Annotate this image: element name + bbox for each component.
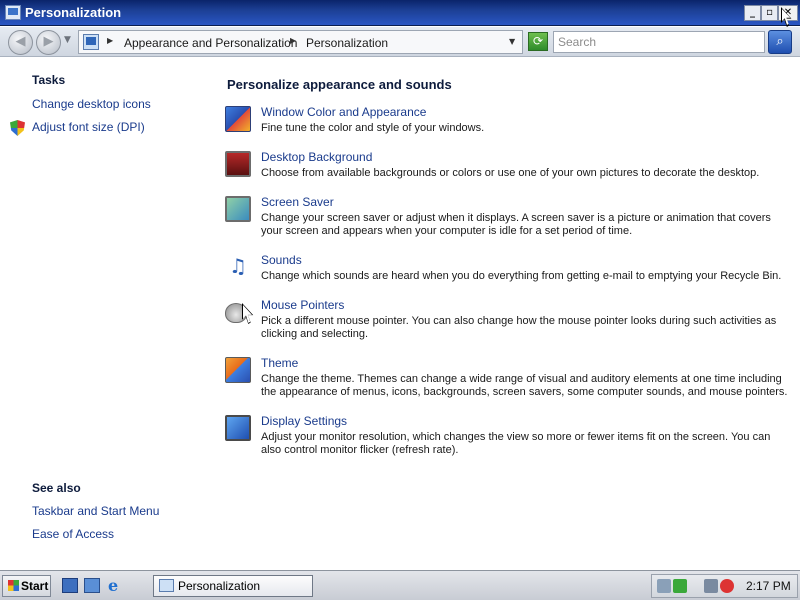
recent-pages-icon[interactable]: ▼ [64, 35, 71, 45]
clock[interactable]: 2:17 PM [746, 579, 791, 593]
internet-explorer-icon[interactable]: e [108, 578, 124, 594]
volume-muted-icon[interactable] [720, 579, 734, 593]
mouse-pointers-link[interactable]: Mouse Pointers [261, 298, 344, 312]
display-settings-link[interactable]: Display Settings [261, 414, 347, 428]
screen-saver-icon[interactable] [225, 196, 251, 222]
uac-shield-icon [10, 120, 25, 136]
see-also-heading: See also [32, 481, 81, 495]
tasks-heading: Tasks [32, 73, 66, 87]
theme-description: Change the theme. Themes can change a wi… [261, 373, 788, 398]
taskbar-item-personalization[interactable]: Personalization [153, 575, 313, 597]
show-desktop-icon[interactable] [62, 578, 78, 593]
window-color-link[interactable]: Window Color and Appearance [261, 105, 426, 119]
desktop-background-icon[interactable] [225, 151, 251, 177]
task-pane: Tasks Change desktop icons Adjust font s… [0, 58, 205, 570]
breadcrumb[interactable]: ▶ Appearance and Personalization ▶ Perso… [78, 30, 523, 54]
breadcrumb-separator-icon[interactable]: ▶ [107, 36, 113, 45]
windows-logo-icon [8, 580, 19, 591]
desktop-background-link[interactable]: Desktop Background [261, 150, 372, 164]
window-color-description: Fine tune the color and style of your wi… [261, 122, 485, 134]
breadcrumb-separator-icon[interactable]: ▶ [290, 36, 296, 45]
minimize-button[interactable]: _ [744, 5, 761, 21]
sounds-link[interactable]: Sounds [261, 253, 302, 267]
explorer-icon[interactable] [84, 578, 100, 593]
desktop-background-description: Choose from available backgrounds or col… [261, 167, 760, 179]
system-tray: 2:17 PM [651, 574, 798, 598]
page-title: Personalize appearance and sounds [227, 77, 452, 92]
ease-of-access-link[interactable]: Ease of Access [32, 527, 114, 541]
theme-icon[interactable] [225, 357, 251, 383]
start-label: Start [21, 579, 49, 593]
taskbar-and-start-menu-link[interactable]: Taskbar and Start Menu [32, 504, 159, 518]
title-bar: Personalization _ ▫ ✕ [0, 0, 800, 26]
security-center-icon[interactable] [657, 579, 671, 593]
maximize-button[interactable]: ▫ [761, 5, 778, 21]
taskbar: Start e Personalization 2:17 PM [0, 570, 800, 600]
address-bar: ◀ ▶ ▼ ▶ Appearance and Personalization ▶… [0, 27, 800, 57]
refresh-button[interactable]: ⟳ [528, 32, 548, 51]
adjust-font-size-link[interactable]: Adjust font size (DPI) [32, 120, 145, 134]
mouse-pointers-description: Pick a different mouse pointer. You can … [261, 315, 777, 340]
sounds-description: Change which sounds are heard when you d… [261, 270, 782, 282]
display-settings-description: Adjust your monitor resolution, which ch… [261, 431, 771, 456]
search-input[interactable]: Search [553, 31, 765, 53]
main-content: Personalize appearance and sounds Window… [205, 58, 800, 570]
window-title: Personalization [25, 5, 122, 20]
breadcrumb-personalization[interactable]: Personalization [306, 36, 388, 50]
start-button[interactable]: Start [2, 575, 51, 597]
screen-saver-description: Change your screen saver or adjust when … [261, 212, 771, 237]
back-button[interactable]: ◀ [8, 30, 33, 55]
search-icon[interactable]: ⌕ [768, 30, 792, 54]
network-disconnected-icon[interactable] [704, 579, 718, 593]
forward-button[interactable]: ▶ [36, 30, 61, 55]
personalization-app-icon [159, 579, 174, 592]
personalization-app-icon [5, 5, 21, 20]
sounds-icon[interactable]: ♫ [225, 254, 251, 280]
theme-link[interactable]: Theme [261, 356, 298, 370]
display-settings-icon[interactable] [225, 415, 251, 441]
change-desktop-icons-link[interactable]: Change desktop icons [32, 97, 151, 111]
screen-saver-link[interactable]: Screen Saver [261, 195, 334, 209]
control-panel-icon [83, 34, 99, 50]
address-dropdown-icon[interactable]: ▼ [509, 37, 515, 46]
breadcrumb-appearance-and-personalization[interactable]: Appearance and Personalization [124, 36, 297, 50]
network-icon[interactable] [673, 579, 687, 593]
taskbar-item-label: Personalization [178, 579, 261, 593]
window-color-icon[interactable] [225, 106, 251, 132]
